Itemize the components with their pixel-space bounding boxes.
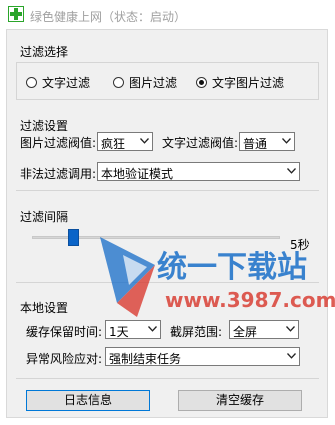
- log-info-button[interactable]: 日志信息: [26, 390, 150, 411]
- screenshot-range-dropdown[interactable]: 全屏: [229, 320, 299, 339]
- dropdown-value: 全屏: [233, 325, 258, 339]
- cache-time-label: 缓存保留时间:: [26, 325, 103, 339]
- screenshot-range-label: 截屏范围:: [170, 325, 223, 339]
- chevron-down-icon: [282, 138, 291, 144]
- filter-select-title: 过滤选择: [20, 45, 69, 59]
- illegal-call-label: 非法过滤调用:: [20, 167, 97, 181]
- chevron-down-icon: [286, 326, 295, 332]
- radio-label: 文字过滤: [42, 76, 91, 90]
- radio-button-circle-selected: [196, 77, 207, 88]
- radio-label: 文字图片过滤: [212, 76, 285, 90]
- text-threshold-label: 文字过滤阀值:: [162, 136, 239, 150]
- filter-interval-title: 过滤间隔: [20, 210, 69, 224]
- radio-button-circle: [26, 77, 37, 88]
- app-cross-icon: [8, 6, 24, 22]
- interval-slider-thumb[interactable]: [67, 229, 79, 246]
- radio-button-circle: [113, 77, 124, 88]
- cache-time-dropdown[interactable]: 1天: [105, 320, 161, 339]
- image-threshold-label: 图片过滤阀值:: [20, 136, 97, 150]
- filter-settings-title: 过滤设置: [20, 119, 69, 133]
- clear-cache-button[interactable]: 清空缓存: [178, 390, 302, 411]
- chevron-down-icon: [287, 168, 296, 174]
- dropdown-value: 强制结束任务: [109, 352, 182, 366]
- image-threshold-dropdown[interactable]: 疯狂: [97, 132, 153, 151]
- risk-response-dropdown[interactable]: 强制结束任务: [105, 347, 300, 366]
- dropdown-value: 普通: [243, 137, 268, 151]
- window-title: 绿色健康上网（状态：启动）: [30, 10, 187, 24]
- filter-interval-separator: [16, 282, 319, 283]
- chevron-down-icon: [287, 353, 296, 359]
- local-settings-title: 本地设置: [20, 301, 69, 315]
- risk-response-label: 异常风险应对:: [26, 352, 103, 366]
- illegal-call-dropdown[interactable]: 本地验证模式: [97, 162, 300, 181]
- dropdown-value: 本地验证模式: [101, 167, 174, 181]
- radio-text-image-filter[interactable]: 文字图片过滤: [196, 74, 284, 91]
- dropdown-value: 疯狂: [101, 137, 126, 151]
- text-threshold-dropdown[interactable]: 普通: [239, 132, 295, 151]
- title-bar[interactable]: 绿色健康上网（状态：启动）: [0, 0, 335, 30]
- chevron-down-icon: [148, 326, 157, 332]
- local-settings-separator: [16, 378, 319, 379]
- radio-text-filter[interactable]: 文字过滤: [26, 74, 90, 91]
- chevron-down-icon: [140, 138, 149, 144]
- interval-value-label: 5秒: [290, 238, 310, 252]
- radio-label: 图片过滤: [129, 76, 178, 90]
- dropdown-value: 1天: [109, 325, 129, 339]
- radio-image-filter[interactable]: 图片过滤: [113, 74, 177, 91]
- filter-settings-separator: [16, 190, 319, 191]
